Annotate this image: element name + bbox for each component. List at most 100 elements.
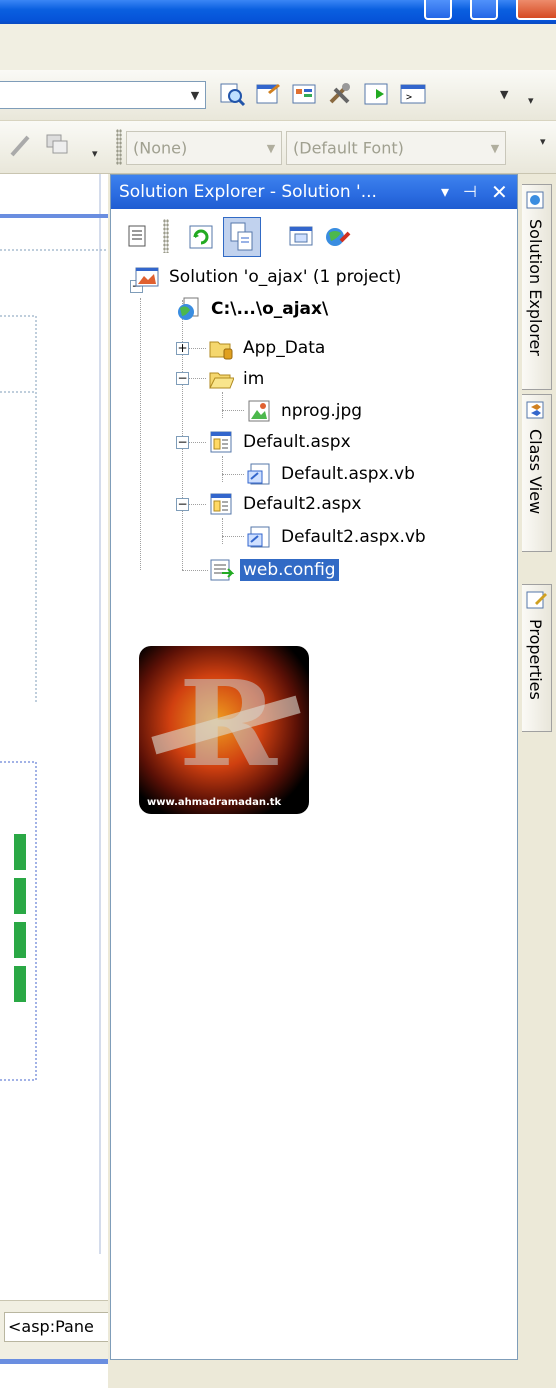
tree-node-label: Solution 'o_ajax' (1 project) <box>169 267 402 287</box>
chevron-down-icon[interactable]: ▼ <box>185 82 205 108</box>
tree-connector-line <box>186 504 206 506</box>
tree-node-label: nprog.jpg <box>281 401 363 421</box>
tree-node-default-aspx-vb[interactable]: Default.aspx.vb <box>246 459 418 489</box>
toolbar-overflow-icon[interactable]: ▾ <box>92 147 98 160</box>
dock-tab-label: Class View <box>526 429 545 515</box>
toolbar-overflow-icon[interactable]: ▾ <box>528 94 534 107</box>
solution-explorer-icon <box>525 189 547 211</box>
tree-node-label: App_Data <box>243 338 326 358</box>
find-in-files-icon[interactable] <box>218 80 246 108</box>
config-file-icon <box>208 557 235 583</box>
editor-top-rule <box>0 214 108 218</box>
tree-connector-line <box>182 570 208 572</box>
formatting-toolbar: ▾ (None) ▼ (Default Font) ▼ ▾ <box>0 121 556 174</box>
object-browser-icon[interactable] <box>290 80 318 108</box>
tree-connector-line <box>222 518 224 544</box>
aspx-file-icon <box>208 491 234 517</box>
dock-tab-label: Solution Explorer <box>526 219 545 356</box>
tree-node-label: Default2.aspx <box>243 494 362 514</box>
collapse-toggle[interactable]: − <box>176 436 189 449</box>
dock-tab-properties[interactable]: Properties <box>522 584 552 732</box>
close-panel-icon[interactable]: ✕ <box>491 175 508 209</box>
properties-icon[interactable] <box>125 223 153 251</box>
find-combo[interactable]: ▼ <box>0 81 206 109</box>
layer-icon[interactable] <box>44 131 72 159</box>
dock-tab-solution-explorer[interactable]: Solution Explorer <box>522 184 552 390</box>
server-explorer-icon[interactable] <box>362 80 390 108</box>
vb-file-icon <box>246 524 272 550</box>
window-title-bar <box>0 0 556 24</box>
standard-toolbar: ▼ > ▼ ▾ <box>0 70 556 121</box>
folder-icon <box>208 335 234 361</box>
toolbar-options-chevron-icon[interactable]: ▼ <box>500 88 508 101</box>
solution-explorer-title: Solution Explorer - Solution '... <box>119 182 377 202</box>
show-all-files-icon[interactable] <box>223 217 261 257</box>
tree-node-nprog-jpg[interactable]: nprog.jpg <box>246 396 365 426</box>
toolbar-separator <box>163 219 169 253</box>
design-editor[interactable] <box>0 174 108 1388</box>
properties-icon <box>525 589 547 611</box>
minimize-button[interactable] <box>424 0 452 20</box>
open-folder-icon <box>208 366 235 392</box>
image-file-icon <box>246 398 272 424</box>
pencil-icon[interactable] <box>8 131 36 159</box>
dock-tab-label: Properties <box>526 619 545 700</box>
font-value: (Default Font) <box>293 138 404 158</box>
tree-connector-line <box>186 348 206 350</box>
tree-connector-line <box>186 378 206 380</box>
view-designer-icon[interactable] <box>287 223 315 251</box>
tree-connector-line <box>222 536 244 538</box>
tree-connector-line <box>222 410 244 412</box>
solution-explorer-toolbar <box>111 209 517 261</box>
svg-text:>: > <box>406 92 412 103</box>
tag-chip-asp-panel[interactable]: <asp:Pane <box>4 1312 108 1342</box>
tree-node-label: Default.aspx <box>243 432 351 452</box>
web-project-icon <box>176 296 202 322</box>
window-position-dropdown-icon[interactable]: ▾ <box>441 175 449 209</box>
block-format-value: (None) <box>133 138 188 158</box>
chevron-down-icon[interactable]: ▼ <box>261 132 281 164</box>
tree-node-app-data[interactable]: App_Data <box>208 333 328 363</box>
editor-bottom-rule <box>0 1359 108 1364</box>
tree-node-project[interactable]: C:\...\o_ajax\ <box>176 294 331 324</box>
tree-connector-line <box>222 474 244 476</box>
solution-explorer-title-bar[interactable]: Solution Explorer - Solution '... ▾ ⊣ ✕ <box>111 175 517 209</box>
chevron-down-icon[interactable]: ▼ <box>485 132 505 164</box>
auto-hide-pin-icon[interactable]: ⊣ <box>463 175 477 209</box>
toolbar-overflow-icon[interactable]: ▾ <box>540 135 546 148</box>
tree-connector-line <box>222 456 224 482</box>
tree-node-web-config[interactable]: web.config <box>208 555 339 585</box>
dock-tab-class-view[interactable]: Class View <box>522 394 552 552</box>
collapse-toggle[interactable]: − <box>176 498 189 511</box>
tree-node-im[interactable]: im <box>208 364 267 394</box>
class-view-icon <box>525 399 547 421</box>
toolbox-icon[interactable] <box>326 80 354 108</box>
tree-node-default-aspx[interactable]: Default.aspx <box>208 427 354 457</box>
tree-node-label: Default2.aspx.vb <box>281 527 426 547</box>
tree-connector-line <box>222 392 224 418</box>
vb-file-icon <box>246 461 272 487</box>
tree-node-label: Default.aspx.vb <box>281 464 415 484</box>
properties-window-icon[interactable] <box>254 80 282 108</box>
tree-connector-line <box>140 298 142 570</box>
maximize-button[interactable] <box>470 0 498 20</box>
font-combo[interactable]: (Default Font) ▼ <box>286 131 506 165</box>
refresh-icon[interactable] <box>187 223 215 251</box>
collapse-toggle[interactable]: − <box>176 372 189 385</box>
logo-caption: www.ahmadramadan.tk <box>147 797 282 808</box>
toolbar-grip[interactable] <box>116 129 122 165</box>
command-window-icon[interactable]: > <box>398 80 438 108</box>
tree-node-label: web.config <box>240 559 339 581</box>
tree-node-solution[interactable]: Solution 'o_ajax' (1 project) <box>134 262 404 292</box>
tree-connector-line <box>186 442 206 444</box>
solution-icon <box>134 264 160 290</box>
menu-bar <box>0 24 556 70</box>
close-window-button[interactable] <box>516 0 556 20</box>
copy-website-icon[interactable] <box>323 223 351 251</box>
expand-toggle[interactable]: + <box>176 342 189 355</box>
tree-node-default2-aspx[interactable]: Default2.aspx <box>208 489 364 519</box>
aspx-file-icon <box>208 429 234 455</box>
tree-node-default2-aspx-vb[interactable]: Default2.aspx.vb <box>246 522 429 552</box>
tree-node-label: C:\...\o_ajax\ <box>211 299 329 319</box>
block-format-combo[interactable]: (None) ▼ <box>126 131 282 165</box>
